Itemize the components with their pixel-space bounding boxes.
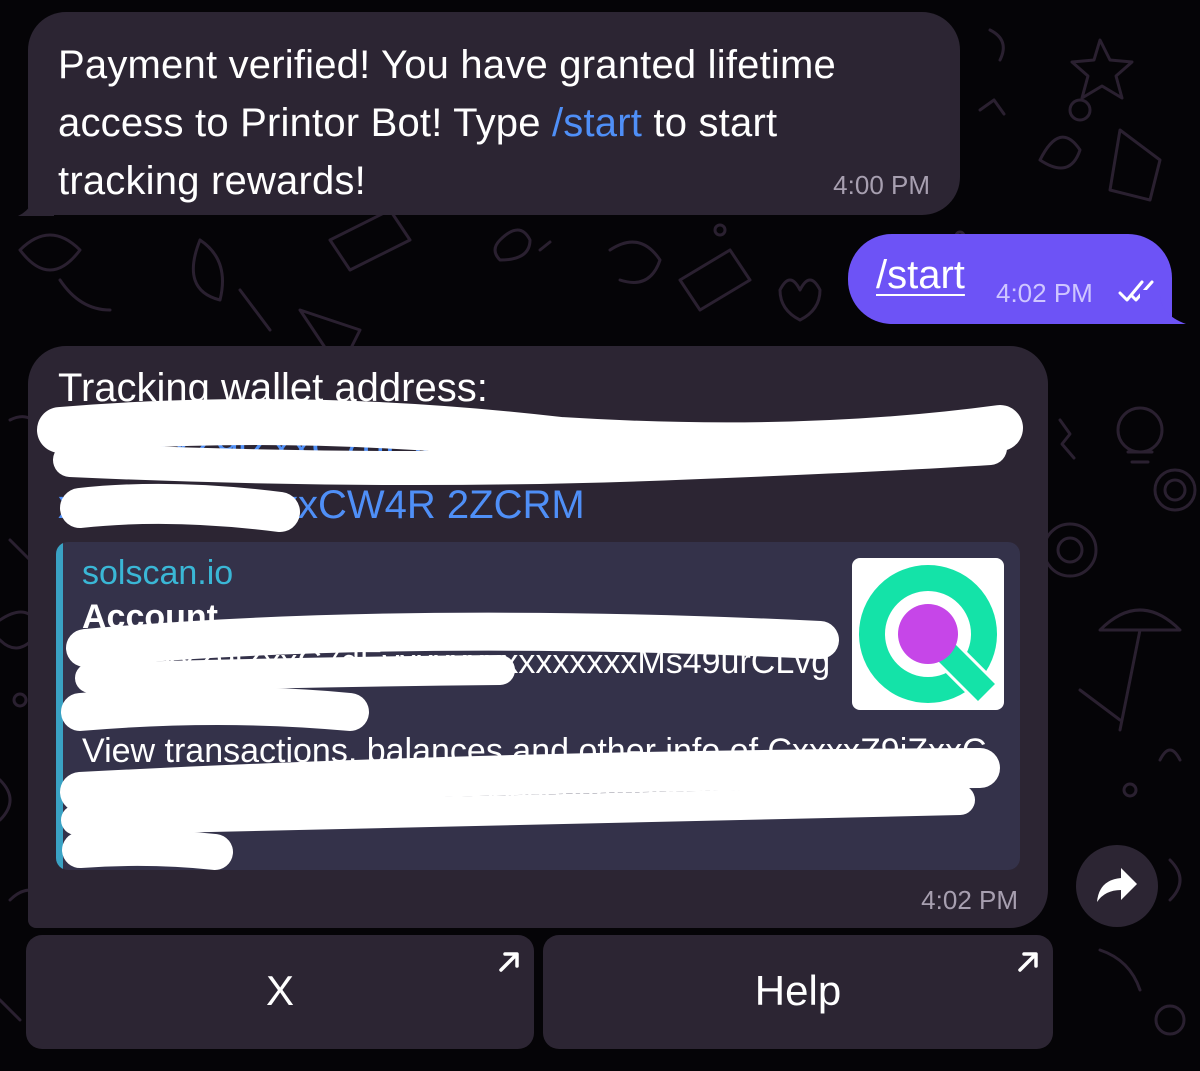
- message-time: 4:02 PM: [921, 885, 1018, 915]
- preview-thumbnail: [852, 558, 1004, 710]
- wallet-address-link[interactable]: BXxxxxZ9iZxxC7dEyxxxx89xT97Mxxxxxxxxxxxx…: [58, 418, 1018, 534]
- preview-title: Account: [82, 598, 218, 636]
- preview-account-text: BXxxxxZ9iZxxC7dEyxxxxxxxxxxxxxxMs49urCLv…: [82, 643, 831, 725]
- message-payment-verified: Payment verified! You have granted lifet…: [28, 12, 960, 215]
- outgoing-command-text[interactable]: /start: [876, 251, 965, 299]
- start-command-link[interactable]: /start: [552, 101, 642, 145]
- inline-button-x[interactable]: X: [26, 935, 534, 1049]
- inline-button-label: Help: [754, 967, 842, 1014]
- inline-button-label: X: [265, 967, 294, 1014]
- message-tracking-wallet: Tracking wallet address: BXxxxxZ9iZxxC7d…: [28, 346, 1048, 928]
- wallet-title: Tracking wallet address:: [58, 366, 488, 410]
- forward-button[interactable]: [1076, 845, 1158, 927]
- external-link-arrow-icon: [1018, 952, 1038, 972]
- bubble-tail: [1140, 290, 1186, 324]
- inline-button-help[interactable]: Help: [543, 935, 1053, 1049]
- external-link-arrow-icon: [499, 952, 519, 972]
- share-arrow-icon: [1097, 868, 1137, 902]
- solscan-logo-icon: [859, 565, 997, 703]
- message-text: Payment verified! You have granted lifet…: [58, 36, 930, 210]
- message-time: 4:02 PM: [996, 278, 1093, 308]
- preview-description: View transactions, balances and other in…: [82, 732, 987, 816]
- message-outgoing-start: /start 4:02 PM: [848, 234, 1172, 324]
- link-preview[interactable]: solscan.io Account BXxxxxZ9iZxxC7dEyxxxx…: [56, 542, 1020, 870]
- preview-site-name: solscan.io: [82, 554, 234, 592]
- message-time: 4:00 PM: [833, 170, 930, 200]
- preview-accent-bar: [56, 542, 63, 870]
